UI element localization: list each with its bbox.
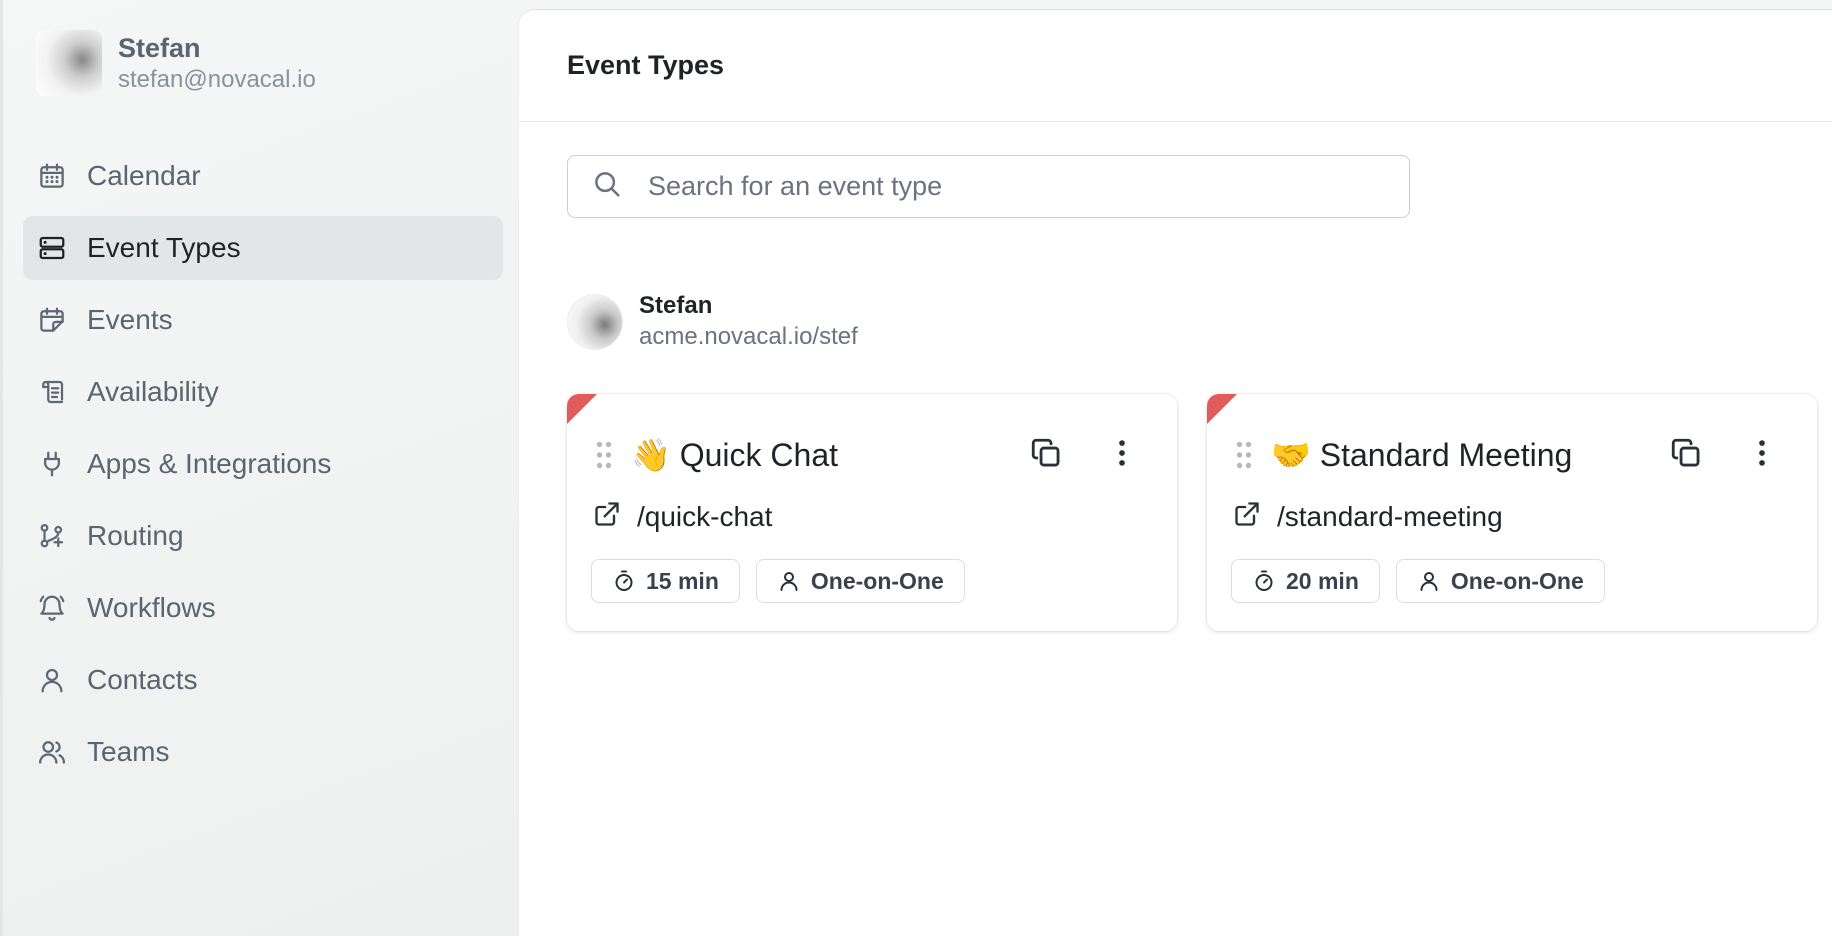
meeting-kind-label: One-on-One xyxy=(810,567,944,594)
event-type-link[interactable]: /standard-meeting xyxy=(1233,500,1503,533)
event-type-title-text: Standard Meeting xyxy=(1319,437,1573,473)
user-email: stefan@novacal.io xyxy=(118,66,316,93)
main-panel: Event Types Stefan acme.novacal.io/stef … xyxy=(518,9,1832,936)
sidebar-item-availability[interactable]: Availability xyxy=(23,360,503,424)
event-type-slug: /quick-chat xyxy=(637,500,773,532)
event-type-title[interactable]: 👋 Quick Chat xyxy=(631,436,838,474)
event-type-slug: /standard-meeting xyxy=(1277,500,1503,532)
event-type-title[interactable]: 🤝 Standard Meeting xyxy=(1271,436,1572,474)
page-title: Event Types xyxy=(567,50,725,80)
user-profile[interactable]: Stefan stefan@novacal.io xyxy=(36,30,316,96)
sidebar: Stefan stefan@novacal.io Calendar Event … xyxy=(0,0,518,936)
hidden-indicator-corner xyxy=(1207,394,1237,424)
search-box[interactable] xyxy=(567,155,1410,218)
sidebar-item-calendar[interactable]: Calendar xyxy=(23,144,503,208)
search-input[interactable] xyxy=(648,171,1368,202)
event-type-card[interactable]: 👋 Quick Chat /quick-chat 15 min One-on-O… xyxy=(567,394,1177,631)
external-link-icon xyxy=(1233,500,1261,533)
sidebar-item-label: Calendar xyxy=(87,160,201,191)
calendar-icon xyxy=(37,161,67,191)
sidebar-nav: Calendar Event Types Events Availability… xyxy=(23,144,503,792)
hidden-indicator-corner xyxy=(567,394,597,424)
sidebar-item-routing[interactable]: Routing xyxy=(23,504,503,568)
bell-icon xyxy=(37,593,67,623)
user-icon xyxy=(780,572,798,591)
page-header: Event Types xyxy=(519,10,1832,122)
meeting-kind-badge: One-on-One xyxy=(1395,559,1605,603)
duration-label: 15 min xyxy=(646,567,719,594)
duplicate-icon[interactable] xyxy=(1669,436,1703,475)
plug-icon xyxy=(37,449,67,479)
user-icon xyxy=(37,665,67,695)
sidebar-item-teams[interactable]: Teams xyxy=(23,720,503,784)
drag-handle-icon[interactable] xyxy=(1235,440,1253,470)
owner-url: acme.novacal.io/stef xyxy=(639,323,858,350)
external-link-icon xyxy=(593,500,621,533)
sidebar-item-event-types[interactable]: Event Types xyxy=(23,216,503,280)
sidebar-item-label: Apps & Integrations xyxy=(87,448,332,479)
sidebar-item-label: Event Types xyxy=(87,232,241,263)
duration-label: 20 min xyxy=(1286,567,1359,594)
more-options-icon[interactable] xyxy=(1105,436,1139,475)
duplicate-icon[interactable] xyxy=(1029,436,1063,475)
availability-icon xyxy=(37,377,67,407)
avatar xyxy=(567,294,623,350)
drag-handle-icon[interactable] xyxy=(595,440,613,470)
owner-header: Stefan acme.novacal.io/stef xyxy=(567,291,858,353)
sidebar-item-label: Events xyxy=(87,304,173,335)
events-icon xyxy=(37,305,67,335)
event-type-list: 👋 Quick Chat /quick-chat 15 min One-on-O… xyxy=(567,394,1817,631)
duration-badge: 15 min xyxy=(591,559,740,603)
event-type-link[interactable]: /quick-chat xyxy=(593,500,772,533)
sidebar-item-events[interactable]: Events xyxy=(23,288,503,352)
waving-hand-emoji: 👋 xyxy=(631,437,671,473)
sidebar-item-label: Routing xyxy=(87,520,184,551)
event-type-card[interactable]: 🤝 Standard Meeting /standard-meeting 20 … xyxy=(1207,394,1817,631)
event-types-icon xyxy=(37,233,67,263)
users-icon xyxy=(37,737,67,767)
sidebar-item-workflows[interactable]: Workflows xyxy=(23,576,503,640)
meeting-kind-badge: One-on-One xyxy=(755,559,965,603)
user-icon xyxy=(1420,572,1438,591)
sidebar-item-label: Teams xyxy=(87,736,170,767)
sidebar-item-label: Availability xyxy=(87,376,219,407)
more-options-icon[interactable] xyxy=(1745,436,1779,475)
sidebar-item-contacts[interactable]: Contacts xyxy=(23,648,503,712)
sidebar-item-label: Contacts xyxy=(87,664,198,695)
duration-badge: 20 min xyxy=(1231,559,1380,603)
avatar xyxy=(36,30,102,96)
sidebar-item-label: Workflows xyxy=(87,592,216,623)
owner-name: Stefan xyxy=(639,292,713,319)
routing-icon xyxy=(37,521,67,551)
handshake-emoji: 🤝 xyxy=(1271,437,1311,473)
event-type-title-text: Quick Chat xyxy=(679,437,839,473)
timer-icon xyxy=(615,570,633,591)
meeting-kind-label: One-on-One xyxy=(1450,567,1584,594)
search-icon xyxy=(592,169,622,204)
user-name: Stefan xyxy=(118,33,201,63)
sidebar-item-apps-integrations[interactable]: Apps & Integrations xyxy=(23,432,503,496)
timer-icon xyxy=(1255,570,1273,591)
